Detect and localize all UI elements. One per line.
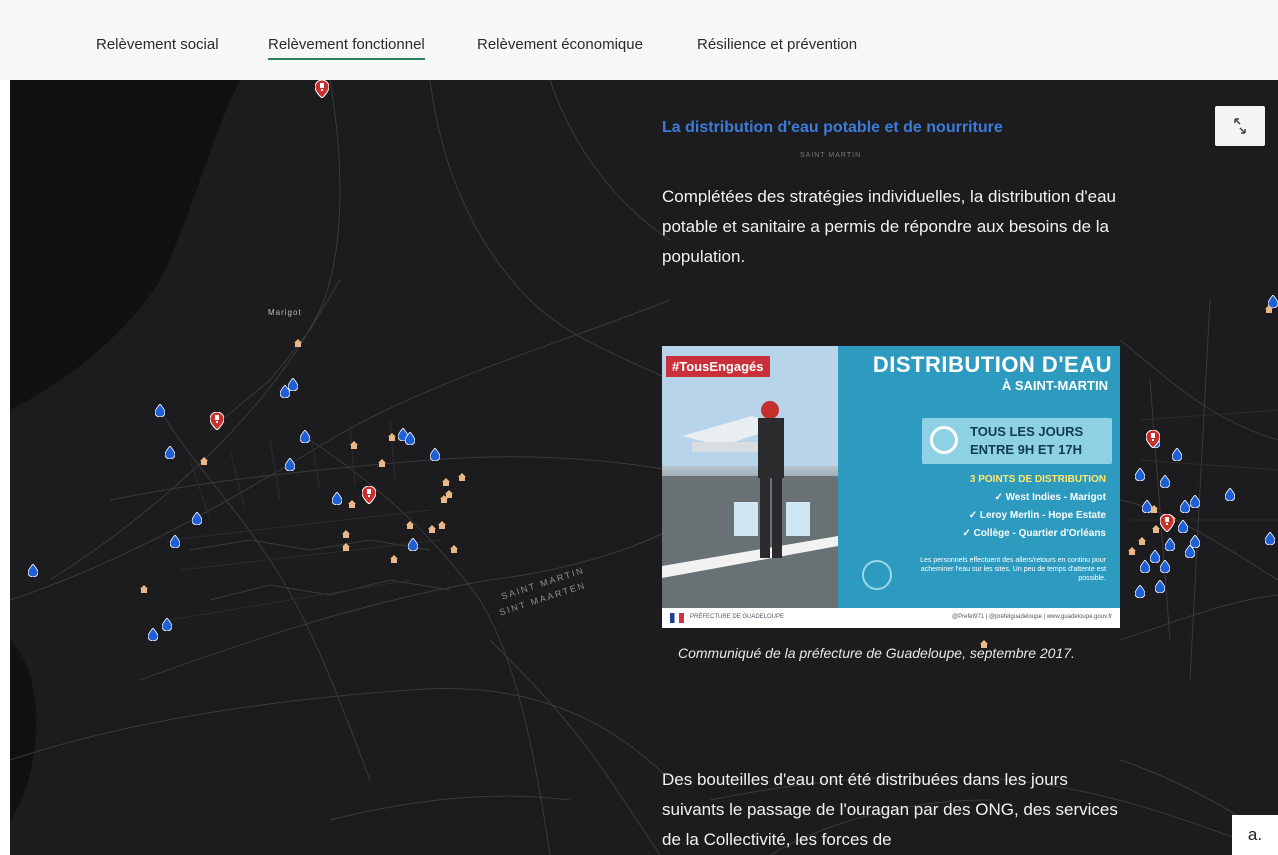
water-point-marker[interactable] <box>331 491 343 506</box>
panel-subtitle: SAINT MARTIN <box>800 152 862 159</box>
water-point-marker[interactable] <box>161 617 173 632</box>
food-point-marker[interactable] <box>458 468 466 481</box>
water-point-marker[interactable] <box>1171 447 1183 462</box>
map-label-marigot: Marigot <box>268 308 302 317</box>
water-point-marker[interactable] <box>299 429 311 444</box>
tab-relevement-economique[interactable]: Relèvement économique <box>477 36 643 53</box>
water-point-marker[interactable] <box>1224 487 1236 502</box>
water-point-marker[interactable] <box>1134 584 1146 599</box>
food-point-marker[interactable] <box>406 516 414 529</box>
panel-paragraph-intro: Complétées des stratégies individuelles,… <box>662 187 1117 266</box>
water-point-marker[interactable] <box>1149 549 1161 564</box>
water-point-marker[interactable] <box>287 377 299 392</box>
poster-info: DISTRIBUTION D'EAU À SAINT-MARTIN TOUS L… <box>838 346 1120 608</box>
water-point-marker[interactable] <box>284 457 296 472</box>
poster-point-3: ✓ Collège - Quartier d'Orléans <box>962 528 1106 539</box>
tab-relevement-social[interactable]: Relèvement social <box>96 36 219 53</box>
water-point-marker[interactable] <box>1177 519 1189 534</box>
panel-title: La distribution d'eau potable et de nour… <box>662 119 1003 136</box>
alert-marker[interactable] <box>209 411 225 431</box>
water-point-marker[interactable] <box>1184 544 1196 559</box>
poster-note: Les personnels effectuent des allers/ret… <box>920 557 1106 582</box>
water-point-marker[interactable] <box>27 563 39 578</box>
food-point-marker[interactable] <box>428 520 436 533</box>
french-flag-icon <box>670 613 684 623</box>
food-point-marker[interactable] <box>390 550 398 563</box>
water-point-marker[interactable] <box>147 627 159 642</box>
water-point-marker[interactable] <box>429 447 441 462</box>
poster-point-1: ✓ West Indies - Marigot <box>994 492 1106 503</box>
alert-marker[interactable] <box>361 485 377 505</box>
tab-relevement-fonctionnel[interactable]: Relèvement fonctionnel <box>268 36 425 60</box>
water-point-marker[interactable] <box>404 431 416 446</box>
alert-marker[interactable] <box>314 80 330 99</box>
poster-footer: PRÉFECTURE DE GUADELOUPE @Prefet971 | @p… <box>662 608 1120 628</box>
poster-footer-prefecture: PRÉFECTURE DE GUADELOUPE <box>690 614 785 620</box>
water-point-marker[interactable] <box>1154 579 1166 594</box>
info-icon <box>862 560 892 590</box>
water-point-marker[interactable] <box>1264 531 1276 546</box>
food-point-marker[interactable] <box>378 454 386 467</box>
top-navigation: Relèvement social Relèvement fonctionnel… <box>0 0 1278 80</box>
figure-corner-label: a. <box>1232 815 1278 855</box>
tab-resilience-prevention[interactable]: Résilience et prévention <box>697 36 857 53</box>
water-point-marker[interactable] <box>407 537 419 552</box>
food-point-marker[interactable] <box>200 452 208 465</box>
food-point-marker[interactable] <box>450 540 458 553</box>
poster-hashtag: #TousEngagés <box>666 356 770 377</box>
food-point-marker[interactable] <box>1152 520 1160 533</box>
poster-point-2: ✓ Leroy Merlin - Hope Estate <box>968 510 1106 521</box>
poster-caption: Communiqué de la préfecture de Guadeloup… <box>678 645 1075 661</box>
alert-marker[interactable] <box>1145 429 1161 449</box>
food-point-marker[interactable] <box>348 495 356 508</box>
water-point-marker[interactable] <box>1189 494 1201 509</box>
food-point-marker[interactable] <box>1138 532 1146 545</box>
water-point-marker[interactable] <box>1159 474 1171 489</box>
food-point-marker[interactable] <box>140 580 148 593</box>
poster-points-title: 3 POINTS DE DISTRIBUTION <box>969 474 1106 485</box>
food-point-marker[interactable] <box>440 490 448 503</box>
water-point-marker[interactable] <box>1134 467 1146 482</box>
panel-paragraph-bottles: Des bouteilles d'eau ont été distribuées… <box>662 770 1118 849</box>
poster-title: DISTRIBUTION D'EAU <box>872 352 1112 377</box>
alert-marker[interactable] <box>1159 513 1175 533</box>
poster-hours-box: TOUS LES JOURS ENTRE 9H ET 17H <box>922 418 1112 464</box>
water-point-marker[interactable] <box>1159 559 1171 574</box>
poster-photo <box>662 346 838 608</box>
water-point-marker[interactable] <box>164 445 176 460</box>
expand-map-button[interactable] <box>1215 106 1265 146</box>
clock-icon <box>930 426 958 454</box>
food-point-marker[interactable] <box>294 334 302 347</box>
food-point-marker[interactable] <box>438 516 446 529</box>
expand-icon <box>1234 118 1246 134</box>
water-point-marker[interactable] <box>1139 559 1151 574</box>
food-point-marker[interactable] <box>442 473 450 486</box>
water-point-marker[interactable] <box>191 511 203 526</box>
water-point-marker[interactable] <box>1179 499 1191 514</box>
distribution-poster-image: #TousEngagés DISTRIBUTION D'EAU À SAINT-… <box>662 346 1120 628</box>
food-point-marker[interactable] <box>1150 500 1158 513</box>
food-point-marker[interactable] <box>1128 542 1136 555</box>
water-point-marker[interactable] <box>154 403 166 418</box>
food-point-marker[interactable] <box>388 428 396 441</box>
water-point-marker[interactable] <box>1164 537 1176 552</box>
poster-subtitle: À SAINT-MARTIN <box>1001 378 1108 393</box>
water-point-marker[interactable] <box>169 534 181 549</box>
food-point-marker[interactable] <box>350 436 358 449</box>
food-point-marker[interactable] <box>1265 300 1273 313</box>
poster-photo-illustration <box>662 346 838 608</box>
poster-hours-line2: ENTRE 9H ET 17H <box>970 442 1082 457</box>
poster-hours-line1: TOUS LES JOURS <box>970 424 1084 439</box>
food-point-marker[interactable] <box>342 525 350 538</box>
poster-footer-social: @Prefet971 | @prefetguadeloupe | www.gua… <box>952 614 1112 620</box>
food-point-marker[interactable] <box>342 538 350 551</box>
